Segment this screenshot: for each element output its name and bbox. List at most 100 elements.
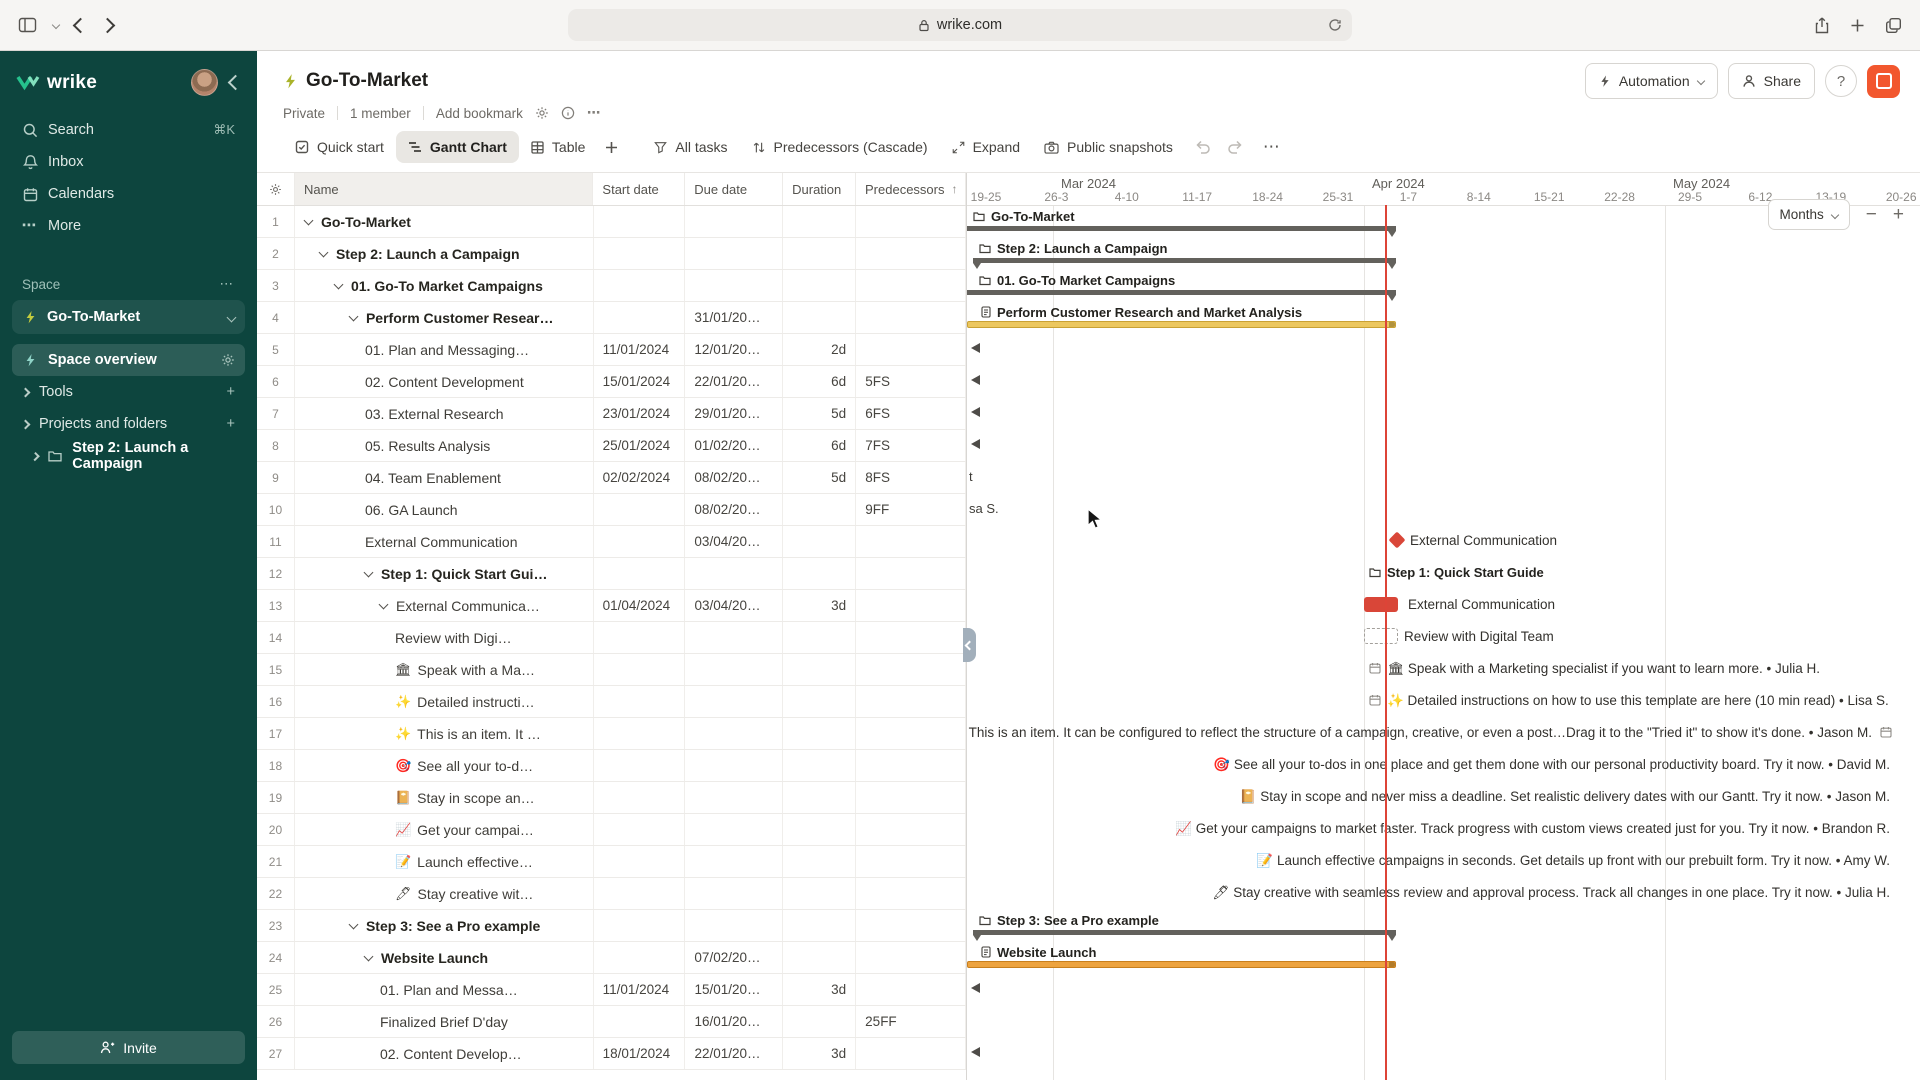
predecessors-cell[interactable]: 5FS [856, 366, 966, 397]
share-page-icon[interactable] [1814, 17, 1830, 34]
due-date-cell[interactable]: 07/02/20… [685, 942, 783, 973]
help-button[interactable]: ? [1825, 65, 1857, 97]
duration-cell[interactable]: 6d [783, 430, 856, 461]
due-date-cell[interactable] [685, 686, 783, 717]
column-header-duration[interactable]: Duration [783, 173, 856, 205]
calendar-icon[interactable] [1369, 694, 1381, 706]
more-icon[interactable]: ⋯ [587, 105, 603, 121]
table-row[interactable]: 16✨Detailed instructi… [257, 686, 966, 718]
toolbar-more-icon[interactable]: ⋯ [1263, 137, 1280, 157]
redo-icon[interactable] [1227, 140, 1243, 154]
start-date-cell[interactable] [594, 558, 686, 589]
duration-cell[interactable] [783, 526, 856, 557]
sidebar-item-calendars[interactable]: Calendars [12, 178, 245, 210]
zoom-select[interactable]: Months [1768, 199, 1850, 230]
due-date-cell[interactable] [685, 846, 783, 877]
due-date-cell[interactable]: 22/01/20… [685, 366, 783, 397]
sidebar-menu-caret-icon[interactable] [52, 21, 60, 29]
due-date-cell[interactable]: 22/01/20… [685, 1038, 783, 1069]
offscreen-left-arrow[interactable] [971, 439, 980, 449]
predecessors-cell[interactable]: 6FS [856, 398, 966, 429]
chevron-down-icon[interactable] [319, 247, 329, 257]
predecessors-cell[interactable] [856, 686, 966, 717]
due-date-cell[interactable] [685, 910, 783, 941]
gear-icon[interactable] [535, 106, 549, 120]
start-date-cell[interactable] [594, 782, 686, 813]
start-date-cell[interactable] [594, 206, 686, 237]
start-date-cell[interactable]: 11/01/2024 [594, 334, 686, 365]
start-date-cell[interactable]: 11/01/2024 [594, 974, 686, 1005]
offscreen-left-arrow[interactable] [971, 983, 980, 993]
table-row[interactable]: 1Go-To-Market [257, 206, 966, 238]
forward-icon[interactable] [100, 17, 116, 33]
table-row[interactable]: 18🎯See all your to-d… [257, 750, 966, 782]
members-label[interactable]: 1 member [350, 106, 411, 121]
sidebar-item-more[interactable]: ⋯ More [12, 210, 245, 242]
predecessors-cell[interactable]: 25FF [856, 1006, 966, 1037]
table-row[interactable]: 17✨This is an item. It … [257, 718, 966, 750]
due-date-cell[interactable]: 29/01/20… [685, 398, 783, 429]
task-name-cell[interactable]: 🖊Stay creative wit… [295, 878, 594, 909]
add-bookmark-link[interactable]: Add bookmark [436, 106, 523, 121]
task-name-cell[interactable]: External Communica… [295, 590, 594, 621]
zoom-in-button[interactable]: + [1893, 205, 1904, 224]
start-date-cell[interactable] [594, 718, 686, 749]
task-name-cell[interactable]: 02. Content Development [295, 366, 594, 397]
task-name-cell[interactable]: 03. External Research [295, 398, 594, 429]
start-date-cell[interactable] [594, 942, 686, 973]
table-row[interactable]: 501. Plan and Messaging…11/01/202412/01/… [257, 334, 966, 366]
tab-quick-start[interactable]: Quick start [283, 131, 396, 163]
due-date-cell[interactable] [685, 206, 783, 237]
table-row[interactable]: 19📔Stay in scope an… [257, 782, 966, 814]
start-date-cell[interactable] [594, 750, 686, 781]
gantt-summary-bar[interactable] [967, 226, 1396, 231]
table-row[interactable]: 1006. GA Launch08/02/20…9FF [257, 494, 966, 526]
collapse-grid-handle[interactable] [963, 628, 976, 662]
add-tools-icon[interactable]: + [227, 384, 235, 400]
due-date-cell[interactable]: 03/04/20… [685, 590, 783, 621]
chevron-down-icon[interactable] [349, 919, 359, 929]
task-name-cell[interactable]: 01. Plan and Messaging… [295, 334, 594, 365]
predecessors-cell[interactable] [856, 750, 966, 781]
predecessors-cell[interactable] [856, 302, 966, 333]
start-date-cell[interactable]: 15/01/2024 [594, 366, 686, 397]
task-name-cell[interactable]: 04. Team Enablement [295, 462, 594, 493]
add-view-button[interactable] [605, 141, 618, 154]
chevron-down-icon[interactable] [364, 951, 374, 961]
duration-cell[interactable]: 6d [783, 366, 856, 397]
predecessors-cell[interactable] [856, 558, 966, 589]
gantt-summary-bar[interactable] [973, 258, 1396, 263]
sidebar-item-search[interactable]: Search ⌘K [12, 114, 245, 146]
start-date-cell[interactable]: 23/01/2024 [594, 398, 686, 429]
back-icon[interactable] [73, 17, 89, 33]
predecessors-cell[interactable] [856, 782, 966, 813]
table-row[interactable]: 14Review with Digi… [257, 622, 966, 654]
task-name-cell[interactable]: 🏛Speak with a Ma… [295, 654, 594, 685]
calendar-icon[interactable] [1880, 726, 1892, 738]
gantt-summary-bar[interactable] [967, 290, 1396, 295]
chevron-down-icon[interactable] [349, 311, 359, 321]
due-date-cell[interactable] [685, 814, 783, 845]
task-name-cell[interactable]: 05. Results Analysis [295, 430, 594, 461]
tab-gantt-chart[interactable]: Gantt Chart [396, 131, 519, 163]
chevron-down-icon[interactable] [334, 279, 344, 289]
start-date-cell[interactable] [594, 302, 686, 333]
task-name-cell[interactable]: 01. Go-To Market Campaigns [295, 270, 594, 301]
sidebar-item-projects-and-folders[interactable]: Projects and folders + [12, 408, 245, 440]
table-row[interactable]: 26Finalized Brief D'day16/01/20…25FF [257, 1006, 966, 1038]
new-tab-icon[interactable] [1850, 18, 1865, 33]
task-name-cell[interactable]: 06. GA Launch [295, 494, 594, 525]
task-name-cell[interactable]: External Communication [295, 526, 594, 557]
duration-cell[interactable]: 5d [783, 398, 856, 429]
start-date-cell[interactable] [594, 878, 686, 909]
start-date-cell[interactable] [594, 814, 686, 845]
predecessors-cell[interactable] [856, 526, 966, 557]
task-name-cell[interactable]: ✨This is an item. It … [295, 718, 594, 749]
duration-cell[interactable]: 3d [783, 974, 856, 1005]
duration-cell[interactable] [783, 206, 856, 237]
gantt-task-bar[interactable] [967, 321, 1396, 328]
due-date-cell[interactable]: 16/01/20… [685, 1006, 783, 1037]
upgrade-button[interactable] [1867, 65, 1900, 98]
chevron-down-icon[interactable] [304, 215, 314, 225]
start-date-cell[interactable] [594, 494, 686, 525]
